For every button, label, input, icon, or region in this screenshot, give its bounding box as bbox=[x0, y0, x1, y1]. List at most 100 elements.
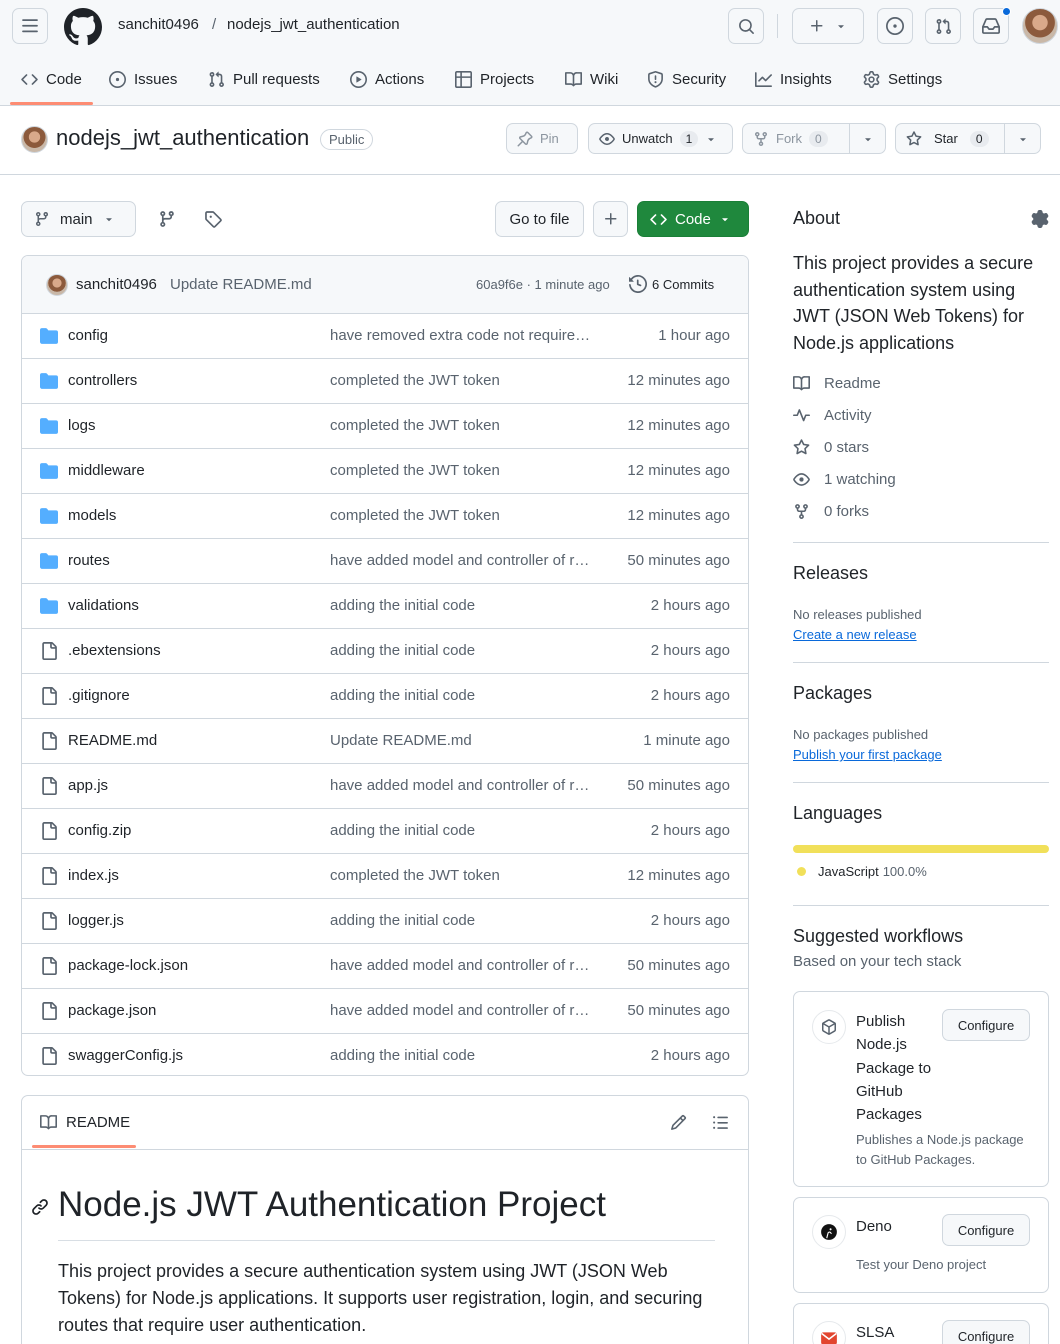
tab-code[interactable]: Code bbox=[21, 62, 82, 96]
file-commit-message[interactable]: have added model and controller of r… bbox=[330, 1002, 600, 1019]
file-commit-message[interactable]: adding the initial code bbox=[330, 822, 600, 839]
file-row[interactable]: config have removed extra code not requir… bbox=[22, 314, 748, 359]
file-commit-message[interactable]: have added model and controller of r… bbox=[330, 552, 600, 569]
code-dropdown-button[interactable]: Code bbox=[637, 201, 749, 237]
star-dropdown-button[interactable] bbox=[1004, 123, 1041, 154]
tab-actions[interactable]: Actions bbox=[350, 62, 424, 96]
github-logo-icon[interactable] bbox=[64, 8, 102, 46]
file-name[interactable]: app.js bbox=[68, 777, 108, 794]
workflow-name[interactable]: Publish Node.js Package to GitHub Packag… bbox=[856, 1010, 946, 1126]
about-forks-link[interactable]: 0 forks bbox=[793, 503, 869, 520]
fork-dropdown-button[interactable] bbox=[849, 123, 886, 154]
file-row[interactable]: swaggerConfig.js adding the initial code 2… bbox=[22, 1034, 748, 1075]
file-row[interactable]: README.md Update README.md 1 minute ago bbox=[22, 719, 748, 764]
file-commit-message[interactable]: completed the JWT token bbox=[330, 417, 600, 434]
star-button[interactable]: Star 0 bbox=[895, 123, 1005, 154]
readme-tab[interactable]: README bbox=[40, 1114, 130, 1131]
breadcrumb-repo[interactable]: nodejs_jwt_authentication bbox=[227, 16, 400, 33]
edit-pencil-icon[interactable] bbox=[670, 1114, 687, 1131]
create-new-button[interactable] bbox=[792, 8, 864, 44]
workflow-name[interactable]: Deno bbox=[856, 1218, 892, 1235]
outline-list-icon[interactable] bbox=[712, 1114, 729, 1131]
file-commit-message[interactable]: have added model and controller of r… bbox=[330, 777, 600, 794]
packages-title[interactable]: Packages bbox=[793, 683, 872, 704]
configure-button[interactable]: Configure bbox=[942, 1009, 1030, 1041]
language-javascript-item[interactable]: JavaScript 100.0% bbox=[797, 864, 927, 879]
file-commit-message[interactable]: Update README.md bbox=[330, 732, 600, 749]
breadcrumb-owner[interactable]: sanchit0496 bbox=[118, 16, 199, 33]
menu-button[interactable] bbox=[12, 8, 48, 44]
file-commit-message[interactable]: adding the initial code bbox=[330, 597, 600, 614]
branch-select-button[interactable]: main bbox=[21, 201, 136, 237]
file-row[interactable]: logs completed the JWT token 12 minutes ag… bbox=[22, 404, 748, 449]
file-commit-message[interactable]: have added model and controller of r… bbox=[330, 957, 600, 974]
file-row[interactable]: package-lock.json have added model and co… bbox=[22, 944, 748, 989]
publish-package-link[interactable]: Publish your first package bbox=[793, 747, 942, 762]
branches-icon[interactable] bbox=[158, 210, 176, 228]
releases-title[interactable]: Releases bbox=[793, 563, 868, 584]
user-avatar[interactable] bbox=[1022, 8, 1058, 44]
file-name[interactable]: .gitignore bbox=[68, 687, 130, 704]
file-name[interactable]: routes bbox=[68, 552, 110, 569]
search-button[interactable] bbox=[728, 8, 764, 44]
file-name[interactable]: package.json bbox=[68, 1002, 156, 1019]
fork-button[interactable]: Fork 0 bbox=[742, 123, 850, 154]
file-commit-message[interactable]: adding the initial code bbox=[330, 912, 600, 929]
workflow-name[interactable]: SLSA bbox=[856, 1324, 894, 1341]
tab-security[interactable]: Security bbox=[647, 62, 726, 96]
file-row[interactable]: routes have added model and controller of… bbox=[22, 539, 748, 584]
file-commit-message[interactable]: have removed extra code not require… bbox=[330, 327, 600, 344]
go-to-file-button[interactable]: Go to file bbox=[495, 201, 584, 237]
tab-settings[interactable]: Settings bbox=[863, 62, 942, 96]
about-activity-link[interactable]: Activity bbox=[793, 407, 872, 424]
configure-button[interactable]: Configure bbox=[942, 1214, 1030, 1246]
file-name[interactable]: models bbox=[68, 507, 116, 524]
pin-button[interactable]: Pin bbox=[506, 123, 578, 154]
file-row[interactable]: config.zip adding the initial code 2 hours… bbox=[22, 809, 748, 854]
configure-button[interactable]: Configure bbox=[942, 1320, 1030, 1344]
file-name[interactable]: README.md bbox=[68, 732, 157, 749]
file-commit-message[interactable]: completed the JWT token bbox=[330, 372, 600, 389]
unwatch-button[interactable]: Unwatch 1 bbox=[588, 123, 733, 154]
commits-link[interactable]: 6 Commits bbox=[629, 275, 714, 293]
tab-wiki[interactable]: Wiki bbox=[565, 62, 618, 96]
commit-author-avatar[interactable] bbox=[46, 274, 68, 296]
file-name[interactable]: logger.js bbox=[68, 912, 124, 929]
repo-title[interactable]: nodejs_jwt_authentication bbox=[56, 125, 309, 151]
file-commit-message[interactable]: completed the JWT token bbox=[330, 462, 600, 479]
commit-message[interactable]: Update README.md bbox=[170, 276, 312, 293]
file-row[interactable]: app.js have added model and controller of… bbox=[22, 764, 748, 809]
tab-insights[interactable]: Insights bbox=[755, 62, 832, 96]
file-row[interactable]: validations adding the initial code 2 hour… bbox=[22, 584, 748, 629]
file-row[interactable]: middleware completed the JWT token 12 minu… bbox=[22, 449, 748, 494]
file-row[interactable]: controllers completed the JWT token 12 min… bbox=[22, 359, 748, 404]
file-row[interactable]: .ebextensions adding the initial code 2 ho… bbox=[22, 629, 748, 674]
file-row[interactable]: index.js completed the JWT token 12 minute… bbox=[22, 854, 748, 899]
pull-requests-button[interactable] bbox=[925, 8, 961, 44]
tag-icon[interactable] bbox=[204, 210, 222, 228]
commit-author[interactable]: sanchit0496 bbox=[76, 276, 157, 293]
tab-issues[interactable]: Issues bbox=[109, 62, 177, 96]
issues-button[interactable] bbox=[877, 8, 913, 44]
file-commit-message[interactable]: adding the initial code bbox=[330, 1047, 600, 1064]
file-commit-message[interactable]: adding the initial code bbox=[330, 687, 600, 704]
tab-pull-requests[interactable]: Pull requests bbox=[208, 62, 320, 96]
add-file-button[interactable] bbox=[593, 201, 628, 237]
file-name[interactable]: config.zip bbox=[68, 822, 131, 839]
tab-projects[interactable]: Projects bbox=[455, 62, 534, 96]
file-name[interactable]: .ebextensions bbox=[68, 642, 161, 659]
file-name[interactable]: package-lock.json bbox=[68, 957, 188, 974]
file-commit-message[interactable]: adding the initial code bbox=[330, 642, 600, 659]
file-name[interactable]: logs bbox=[68, 417, 96, 434]
about-readme-link[interactable]: Readme bbox=[793, 375, 881, 392]
file-name[interactable]: index.js bbox=[68, 867, 119, 884]
file-row[interactable]: logger.js adding the initial code 2 hours … bbox=[22, 899, 748, 944]
file-row[interactable]: package.json have added model and control… bbox=[22, 989, 748, 1034]
about-stars-link[interactable]: 0 stars bbox=[793, 439, 869, 456]
anchor-link-icon[interactable] bbox=[31, 1198, 49, 1216]
create-release-link[interactable]: Create a new release bbox=[793, 627, 917, 642]
file-name[interactable]: controllers bbox=[68, 372, 137, 389]
file-commit-message[interactable]: completed the JWT token bbox=[330, 867, 600, 884]
commit-hash-time[interactable]: 60a9f6e · 1 minute ago bbox=[476, 277, 610, 292]
file-name[interactable]: swaggerConfig.js bbox=[68, 1047, 183, 1064]
